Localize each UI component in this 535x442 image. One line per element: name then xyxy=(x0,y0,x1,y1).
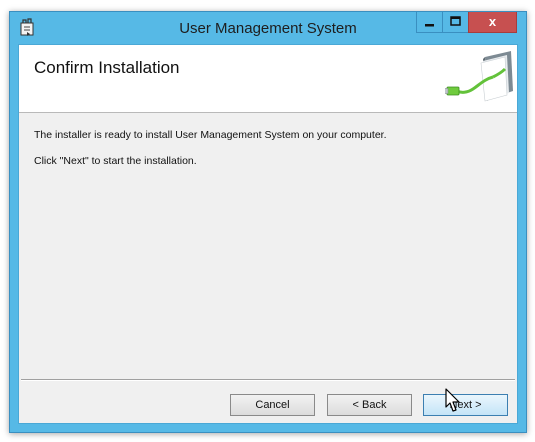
close-icon: x xyxy=(488,14,497,29)
close-button[interactable]: x xyxy=(468,12,517,33)
next-button[interactable]: Next > xyxy=(423,394,508,416)
cancel-button[interactable]: Cancel xyxy=(230,394,315,416)
maximize-icon xyxy=(450,16,461,26)
button-divider xyxy=(21,379,515,381)
usb-cable-book-icon xyxy=(445,51,513,102)
dialog-client-area: Confirm Installation The installer is re… xyxy=(18,44,518,424)
mouse-pointer-icon xyxy=(445,388,460,412)
header-banner: Confirm Installation xyxy=(19,45,517,113)
ready-message: The installer is ready to install User M… xyxy=(34,129,387,141)
instruction-message: Click "Next" to start the installation. xyxy=(34,155,197,167)
back-button[interactable]: < Back xyxy=(327,394,412,416)
installer-window: User Management System x Confirm Install… xyxy=(9,11,527,433)
title-bar[interactable]: User Management System x xyxy=(10,12,526,44)
page-title: Confirm Installation xyxy=(34,58,180,77)
minimize-icon xyxy=(425,24,434,27)
maximize-button[interactable] xyxy=(442,12,469,33)
minimize-button[interactable] xyxy=(416,12,443,33)
